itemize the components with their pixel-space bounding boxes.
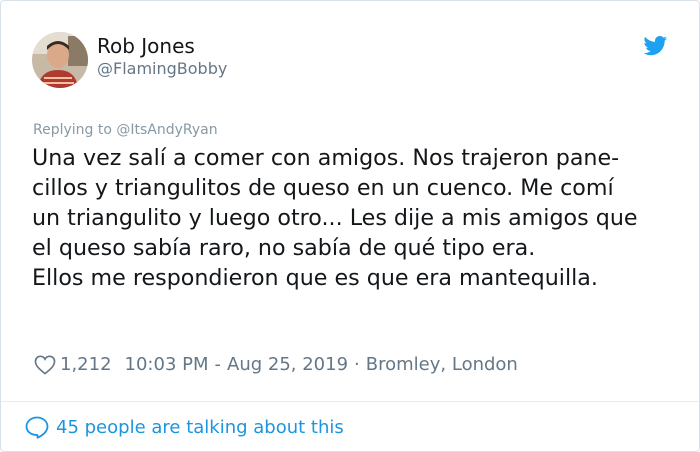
tweet-text-line: un triangulito y luego otro... Les dije … xyxy=(32,205,638,231)
avatar[interactable] xyxy=(32,32,88,88)
tweet-text: Una vez salí a comer con amigos. Nos tra… xyxy=(32,143,692,293)
tweet-card: Rob Jones @FlamingBobby Replying to @Its… xyxy=(0,0,700,452)
replying-to: Replying to @ItsAndyRyan xyxy=(33,120,218,140)
divider xyxy=(1,401,699,402)
talking-link[interactable]: 45 people are talking about this xyxy=(25,414,344,440)
talking-label[interactable]: 45 people are talking about this xyxy=(56,417,344,438)
tweet-location[interactable]: Bromley, London xyxy=(366,352,518,378)
tweet-text-line: Ellos me respondieron que es que era man… xyxy=(32,265,598,291)
tweet-time[interactable]: 10:03 PM xyxy=(125,352,209,378)
tweet-text-line: el queso sabía raro, no sabía de qué tip… xyxy=(32,235,536,261)
date-separator: - xyxy=(214,354,222,375)
tweet-text-line: Una vez salí a comer con amigos. Nos tra… xyxy=(32,145,620,171)
twitter-bird-icon[interactable] xyxy=(643,36,668,56)
heart-icon[interactable] xyxy=(34,355,56,375)
like-count[interactable]: 1,212 xyxy=(60,352,112,378)
replying-to-handle[interactable]: @ItsAndyRyan xyxy=(116,122,217,138)
author-handle[interactable]: @FlamingBobby xyxy=(97,58,227,80)
tweet-meta: 1,212 10:03 PM - Aug 25, 2019 · Bromley,… xyxy=(34,352,518,378)
tweet-text-line: cillos y triangulitos de queso en un cue… xyxy=(32,175,614,201)
speech-bubble-icon xyxy=(25,416,49,439)
tweet-date[interactable]: Aug 25, 2019 xyxy=(227,352,348,378)
dot-separator: · xyxy=(354,354,360,375)
replying-to-label: Replying to xyxy=(33,122,112,138)
author-name[interactable]: Rob Jones xyxy=(97,33,195,59)
